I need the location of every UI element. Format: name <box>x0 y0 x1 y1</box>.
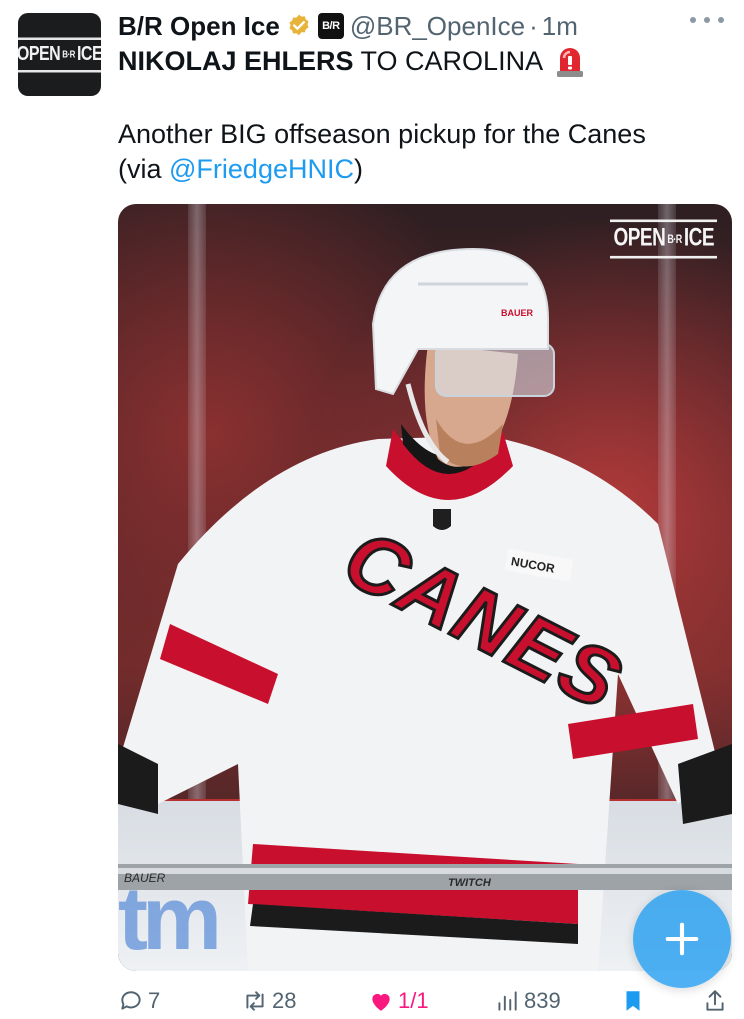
bookmark-button[interactable] <box>620 982 650 1019</box>
tweet-body: Another BIG offseason pickup for the Can… <box>118 117 718 187</box>
tweet-photo[interactable]: tm BAUER NUCOR CANES BAUER TWITCH OPEN B… <box>118 204 732 971</box>
repost-arrows-icon <box>246 990 264 1011</box>
open-ice-logo: OPEN B·R ICE <box>18 37 101 72</box>
helmet-brand: BAUER <box>501 308 534 318</box>
stick-model: TWITCH <box>448 877 492 889</box>
repost-button[interactable]: 28 <box>242 982 296 1019</box>
author-handle[interactable]: @BR_OpenIce <box>350 11 525 42</box>
tweet-header: B/R Open Ice B/R @BR_OpenIce · 1m <box>118 9 724 43</box>
police-siren-emoji-icon <box>557 48 584 77</box>
separator-dot: · <box>529 10 538 41</box>
stick-brand: BAUER <box>124 871 166 885</box>
like-count: 1/1 <box>398 987 429 1013</box>
reply-bubble-icon <box>121 990 141 1010</box>
reply-button[interactable]: 7 <box>118 982 160 1019</box>
body-line-2: (via @FriedgeHNIC) <box>118 154 363 184</box>
view-count: 839 <box>524 987 561 1013</box>
reply-count: 7 <box>148 987 161 1013</box>
share-button[interactable] <box>702 982 732 1019</box>
mention-link[interactable]: @FriedgeHNIC <box>169 154 354 184</box>
hockey-player-illustration: BAUER NUCOR CANES BAUER TWITCH <box>118 247 732 971</box>
repost-count: 28 <box>272 987 297 1013</box>
photo-watermark-logo: OPEN B·R ICE <box>610 219 717 259</box>
heart-filled-icon <box>372 993 390 1011</box>
headline-rest: TO CAROLINA <box>360 45 544 76</box>
like-button[interactable]: 1/1 <box>368 982 429 1019</box>
views-button[interactable]: 839 <box>494 982 561 1019</box>
headline-bold: NIKOLAJ EHLERS <box>118 45 354 76</box>
author-avatar[interactable]: OPEN B·R ICE <box>18 13 101 96</box>
bookmark-filled-icon <box>626 990 640 1011</box>
tweet-action-bar: 7 28 1/1 839 <box>0 982 744 1019</box>
tweet-timestamp[interactable]: 1m <box>542 11 578 42</box>
org-affiliation-badge[interactable]: B/R <box>317 13 344 39</box>
verified-gold-badge-icon <box>289 14 309 36</box>
author-display-name[interactable]: B/R Open Ice <box>118 11 280 42</box>
body-line-1: Another BIG offseason pickup for the Can… <box>118 119 646 149</box>
tweet-headline: NIKOLAJ EHLERS TO CAROLINA <box>118 44 585 78</box>
more-options-icon[interactable] <box>690 17 724 23</box>
plus-icon <box>665 922 699 956</box>
share-upload-icon <box>706 989 724 1011</box>
views-bar-chart-icon <box>498 990 517 1011</box>
compose-post-button[interactable] <box>633 890 731 988</box>
